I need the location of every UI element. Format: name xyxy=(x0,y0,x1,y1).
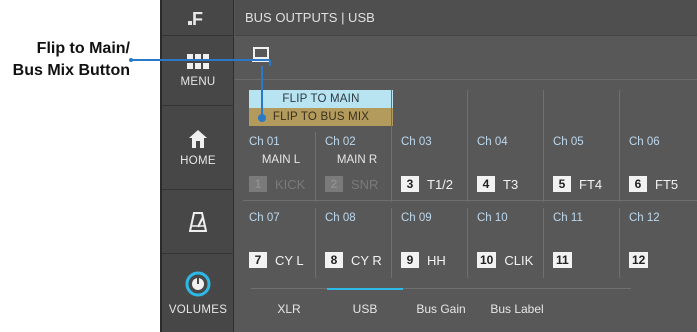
grid-divider xyxy=(543,132,544,202)
source-assignment: 7 CY L xyxy=(249,252,304,268)
grid-divider xyxy=(619,90,620,132)
callout-line-2: Bus Mix Button xyxy=(12,62,130,79)
home-icon xyxy=(189,129,207,148)
source-assignment: 11 xyxy=(553,252,580,268)
source-name: KICK xyxy=(275,176,306,192)
page-title: BUS OUTPUTS | USB xyxy=(235,0,697,36)
grid-divider xyxy=(619,132,620,202)
source-assignment: 8 CY R xyxy=(325,252,382,268)
source-assignment: 4 T3 xyxy=(477,176,518,192)
callout-line-1: Flip to Main/ xyxy=(36,40,130,57)
tab-usb[interactable]: USB xyxy=(327,288,403,332)
flip-to-bus-mix-button[interactable]: FLIP TO BUS MIX xyxy=(249,108,393,126)
source-assignment: 3 T1/2 xyxy=(401,176,453,192)
grid-icon xyxy=(187,53,209,69)
source-number-badge: 11 xyxy=(553,252,572,268)
sidebar: F MENU HOME VOLUMES xyxy=(162,0,234,332)
source-number-badge: 3 xyxy=(401,176,419,192)
source-assignment: 10 CLIK xyxy=(477,252,533,268)
home-label: HOME xyxy=(180,154,216,167)
grid-divider xyxy=(619,208,620,278)
menu-label: MENU xyxy=(180,75,216,88)
source-name: CY L xyxy=(275,252,304,268)
source-name: HH xyxy=(427,252,446,268)
logo-icon: F xyxy=(188,9,203,29)
bus-assignment: MAIN R xyxy=(336,154,378,166)
monitor-icon[interactable] xyxy=(251,44,273,66)
grid-divider xyxy=(543,208,544,278)
channel-label: Ch 02 xyxy=(325,136,356,148)
bus-assignment: MAIN L xyxy=(261,154,301,166)
source-assignment: 2 SNR xyxy=(325,176,378,192)
grid-divider xyxy=(315,208,316,278)
menu-button[interactable]: MENU xyxy=(162,36,234,106)
svg-text:F: F xyxy=(192,9,203,29)
callout-label: Flip to Main/ Bus Mix Button xyxy=(4,38,130,82)
channel-label: Ch 01 xyxy=(249,136,280,148)
channel-label: Ch 07 xyxy=(249,212,280,224)
source-assignment: 12 xyxy=(629,252,656,268)
source-assignment: 5 FT4 xyxy=(553,176,602,192)
source-assignment: 6 FT5 xyxy=(629,176,678,192)
source-name: T1/2 xyxy=(427,176,454,192)
source-number-badge: 10 xyxy=(477,252,497,268)
channel-label: Ch 12 xyxy=(629,212,660,224)
home-button[interactable]: HOME xyxy=(162,106,234,190)
metronome-button[interactable] xyxy=(162,190,234,254)
source-number-badge: 6 xyxy=(629,176,647,192)
main-panel: BUS OUTPUTS | USB FLIP TO MAIN FLIP TO B… xyxy=(235,0,697,332)
source-number-badge: 4 xyxy=(477,176,495,192)
grid-divider xyxy=(467,208,468,278)
source-number-badge: 2 xyxy=(325,176,343,192)
source-number-badge: 5 xyxy=(553,176,571,192)
channel-label: Ch 04 xyxy=(477,136,508,148)
logo: F xyxy=(162,0,234,36)
source-name: T3 xyxy=(503,176,519,192)
grid-divider xyxy=(391,90,392,132)
source-name: SNR xyxy=(351,176,379,192)
source-number-badge: 12 xyxy=(629,252,649,268)
source-assignment: 9 HH xyxy=(401,252,446,268)
divider xyxy=(235,79,697,80)
flip-button[interactable]: FLIP TO MAIN FLIP TO BUS MIX xyxy=(249,90,393,126)
source-number-badge: 8 xyxy=(325,252,343,268)
channel-label: Ch 10 xyxy=(477,212,508,224)
volume-knob-icon xyxy=(185,271,211,297)
grid-divider xyxy=(467,90,468,132)
source-number-badge: 1 xyxy=(249,176,267,192)
metronome-icon xyxy=(189,211,207,232)
source-assignment: 1 KICK xyxy=(249,176,305,192)
source-number-badge: 7 xyxy=(249,252,267,268)
grid-divider xyxy=(315,132,316,202)
tab-xlr[interactable]: XLR xyxy=(251,288,327,332)
channel-label: Ch 11 xyxy=(553,212,583,224)
grid-divider xyxy=(391,208,392,278)
grid-divider xyxy=(467,132,468,202)
tab-bus-gain[interactable]: Bus Gain xyxy=(403,288,479,332)
channel-label: Ch 03 xyxy=(401,136,432,148)
device-screen: F MENU HOME VOLUMES BUS OUTPUTS | USB FL… xyxy=(160,0,697,332)
volumes-label: VOLUMES xyxy=(168,304,228,316)
tab-bus-label[interactable]: Bus Label xyxy=(479,288,555,332)
source-number-badge: 9 xyxy=(401,252,419,268)
grid-divider xyxy=(391,132,392,202)
channel-label: Ch 05 xyxy=(553,136,584,148)
channel-label: Ch 08 xyxy=(325,212,356,224)
channel-label: Ch 06 xyxy=(629,136,660,148)
source-name: FT4 xyxy=(579,176,603,192)
volumes-button[interactable]: VOLUMES xyxy=(162,254,234,332)
grid-divider xyxy=(243,200,697,201)
source-name: FT5 xyxy=(655,176,679,192)
tab-bar: XLR USB Bus Gain Bus Label xyxy=(235,288,697,332)
source-name: CY R xyxy=(351,252,382,268)
flip-to-main-button[interactable]: FLIP TO MAIN xyxy=(249,90,393,108)
channel-label: Ch 09 xyxy=(401,212,432,224)
source-name: CLIK xyxy=(504,252,534,268)
grid-divider xyxy=(543,90,544,132)
